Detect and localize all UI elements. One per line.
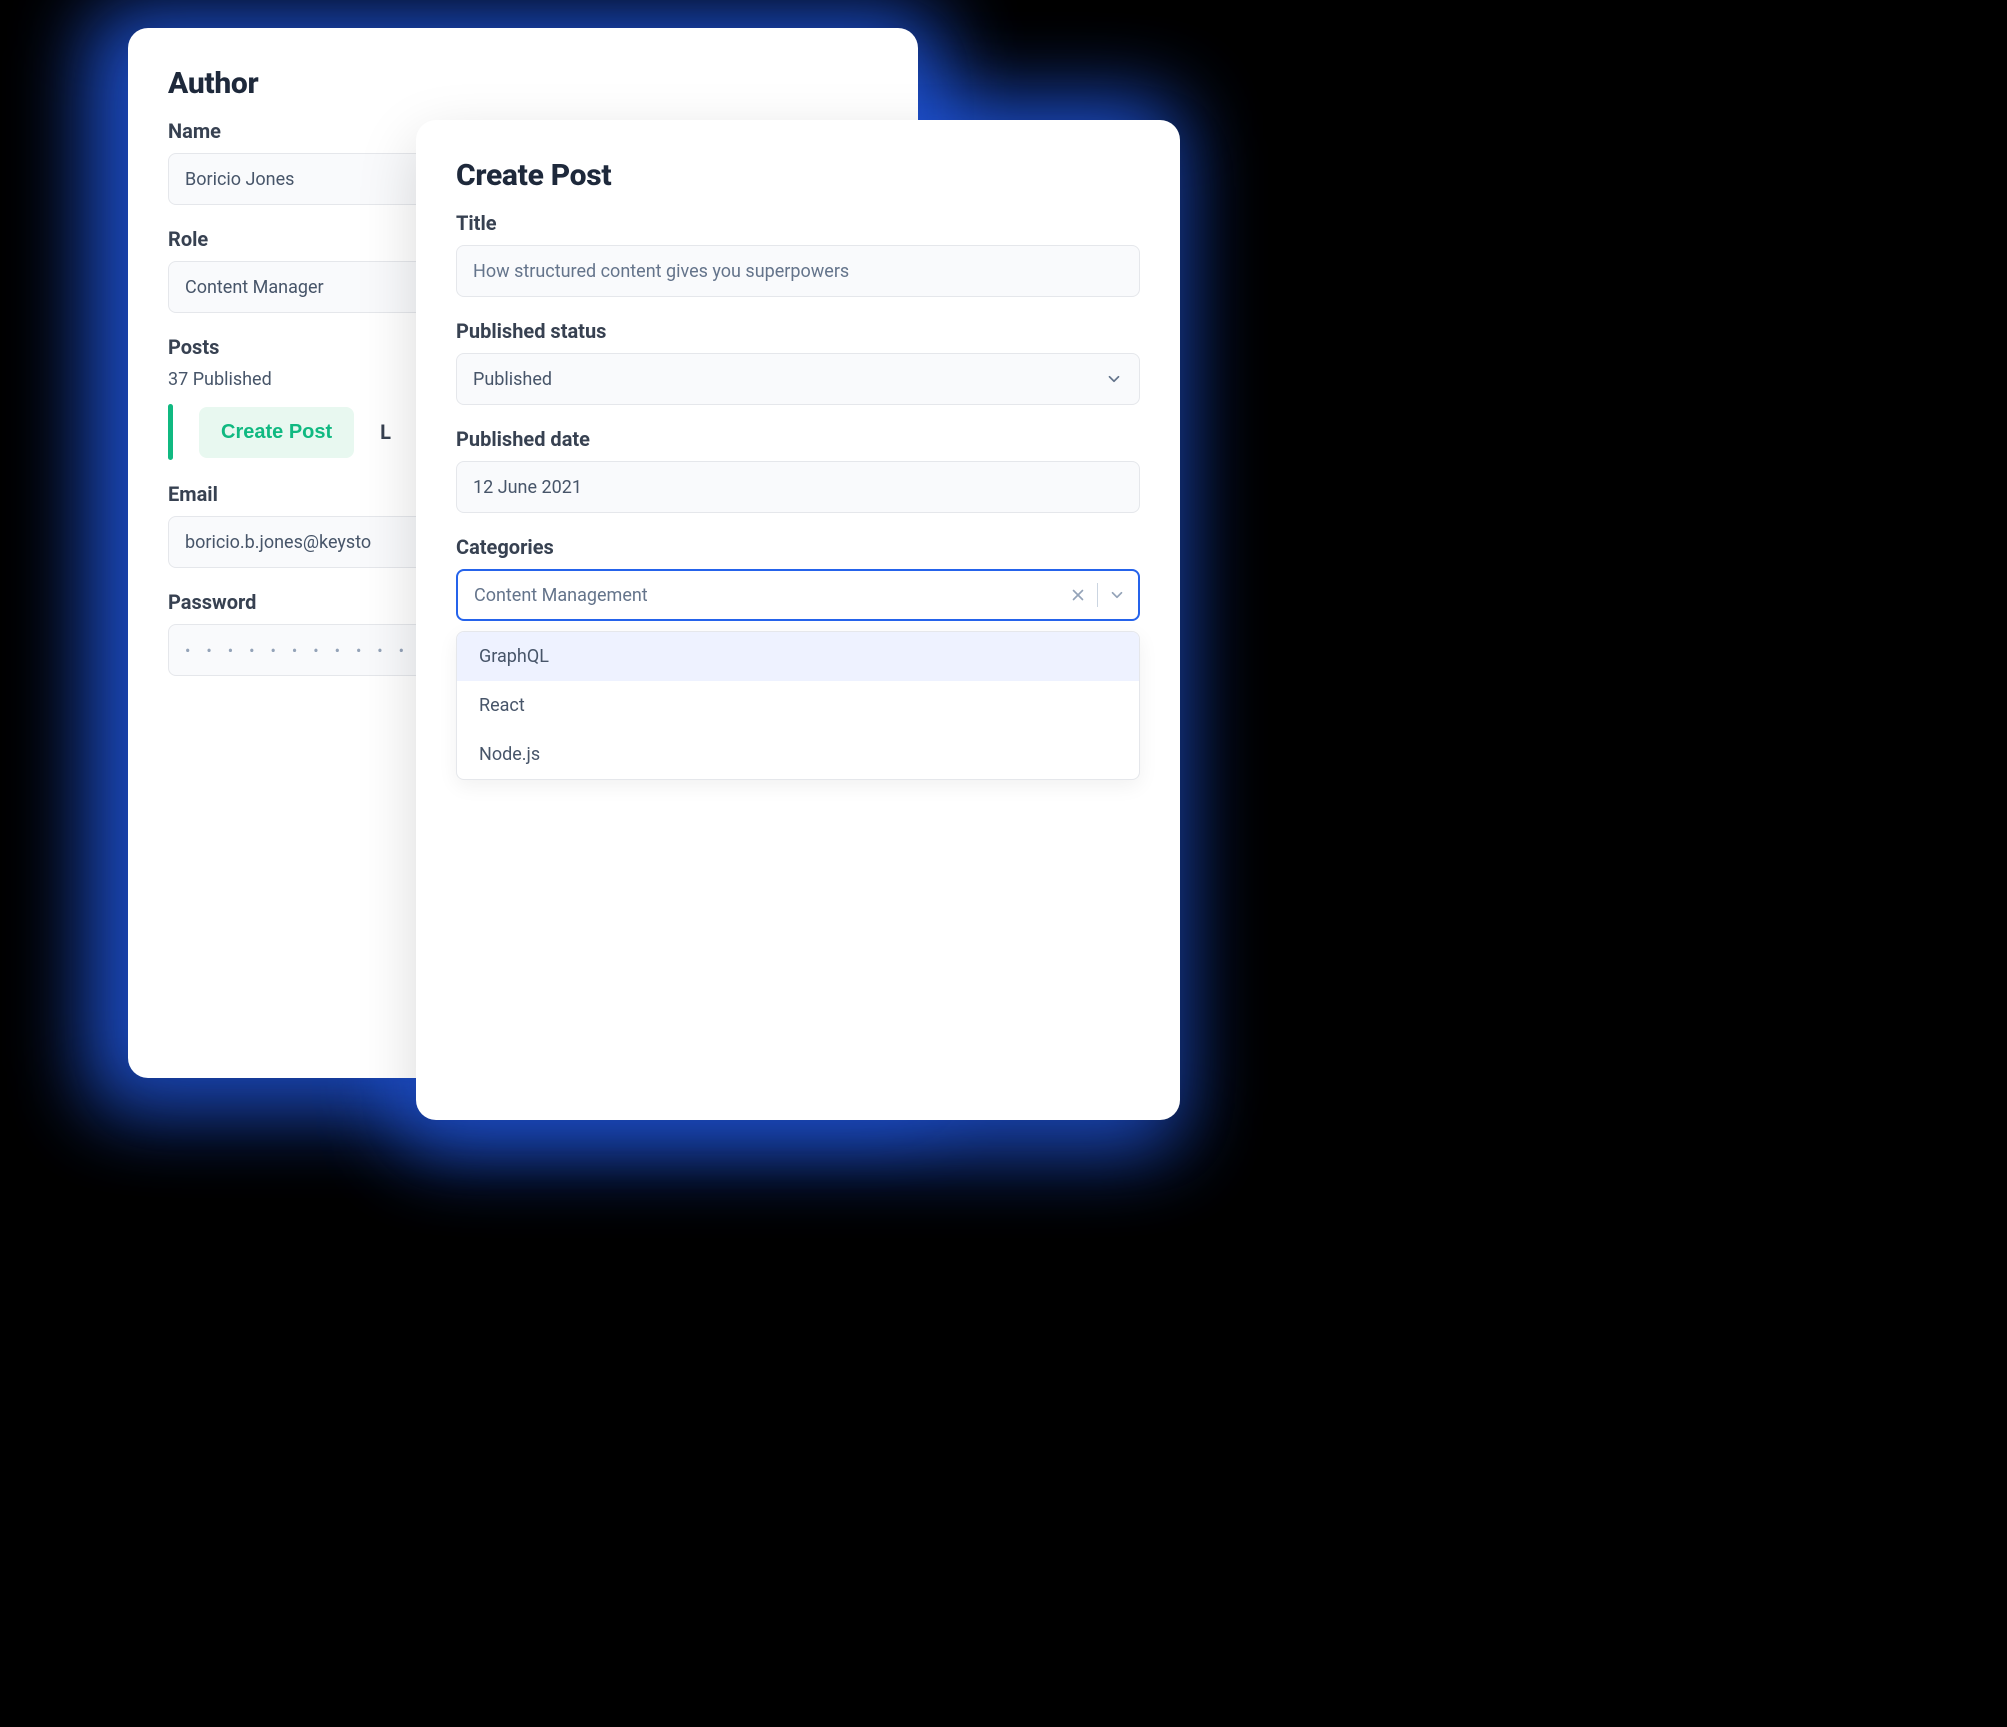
create-post-title: Create Post <box>456 158 1140 193</box>
date-input[interactable]: 12 June 2021 <box>456 461 1140 513</box>
status-value: Published <box>473 369 552 390</box>
clear-icon[interactable] <box>1069 586 1087 604</box>
categories-combobox[interactable]: Content Management <box>456 569 1140 621</box>
chevron-down-icon[interactable] <box>1108 586 1126 604</box>
categories-field: Categories Content Management GraphQL Re… <box>456 535 1140 780</box>
combo-divider <box>1097 583 1098 607</box>
categories-value: Content Management <box>474 585 648 606</box>
name-value: Boricio Jones <box>185 169 294 190</box>
role-value: Content Manager <box>185 277 324 298</box>
title-value: How structured content gives you superpo… <box>473 261 849 282</box>
title-label: Title <box>456 211 1140 235</box>
categories-label: Categories <box>456 535 1140 559</box>
author-card-title: Author <box>168 66 878 101</box>
dropdown-option[interactable]: GraphQL <box>457 632 1139 681</box>
status-field: Published status Published <box>456 319 1140 405</box>
categories-dropdown: GraphQL React Node.js <box>456 631 1140 780</box>
title-input[interactable]: How structured content gives you superpo… <box>456 245 1140 297</box>
title-field: Title How structured content gives you s… <box>456 211 1140 297</box>
date-value: 12 June 2021 <box>473 477 582 498</box>
tab-accent-bar <box>168 404 173 460</box>
dropdown-option[interactable]: Node.js <box>457 730 1139 779</box>
date-field: Published date 12 June 2021 <box>456 427 1140 513</box>
status-select[interactable]: Published <box>456 353 1140 405</box>
chevron-down-icon <box>1105 370 1123 388</box>
dropdown-option[interactable]: React <box>457 681 1139 730</box>
email-value: boricio.b.jones@keysto <box>185 532 371 553</box>
create-post-card: Create Post Title How structured content… <box>416 120 1180 1120</box>
status-label: Published status <box>456 319 1140 343</box>
date-label: Published date <box>456 427 1140 451</box>
link-tab[interactable]: L <box>380 420 391 444</box>
create-post-tab[interactable]: Create Post <box>199 407 354 458</box>
